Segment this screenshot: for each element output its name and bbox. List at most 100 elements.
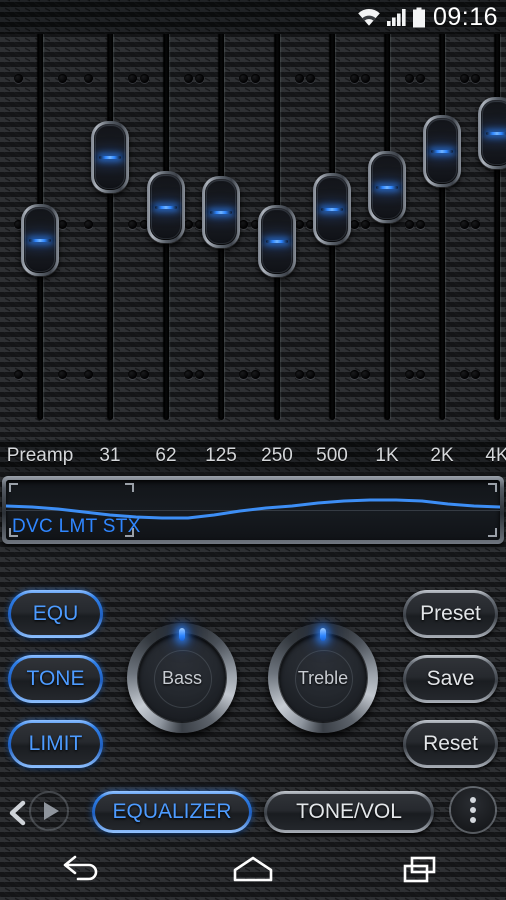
slider-track-marker [238, 370, 248, 379]
limit-toggle-button[interactable]: LIMIT [8, 720, 103, 768]
bass-knob-label: Bass [161, 667, 203, 688]
slider-track[interactable] [440, 32, 445, 420]
slider-thumb-500[interactable] [313, 173, 351, 245]
slider-thumb-indicator [376, 185, 398, 189]
slider-track-marker [139, 74, 149, 83]
slider-thumb-indicator [321, 207, 343, 211]
slider-track-marker [415, 370, 425, 379]
android-nav-bar [0, 840, 506, 900]
slider-thumb-1k[interactable] [368, 151, 406, 223]
slider-track-marker [83, 74, 93, 83]
slider-track[interactable] [495, 32, 500, 420]
slider-thumb-body [316, 176, 348, 242]
cellular-signal-icon [386, 9, 406, 26]
band-label-4k: 4K [485, 445, 506, 466]
equalizer-app-screen: 09:16 Preamp 31 62 125 250 500 1K 2K 4K DVC LMT … [0, 0, 506, 900]
eq-curve-panel[interactable]: DVC LMT STX [2, 476, 504, 544]
bass-knob-face: Bass [138, 634, 226, 722]
slider-track-marker [127, 370, 137, 379]
slider-thumb-31[interactable] [91, 121, 129, 193]
slider-thumb-body [371, 154, 403, 220]
band-label-31: 31 [99, 445, 121, 466]
slider-thumb-indicator [486, 131, 506, 135]
slider-track[interactable] [108, 32, 113, 420]
slider-thumb-indicator [99, 155, 121, 159]
slider-thumb-125[interactable] [202, 176, 240, 248]
slider-thumb-body [24, 207, 56, 273]
slider-track-marker [183, 74, 193, 83]
corner-bracket-top-mid [125, 483, 134, 492]
slider-track-marker [404, 220, 414, 229]
dsp-status-text: DVC LMT STX [12, 516, 141, 538]
nav-home-button[interactable] [208, 840, 298, 900]
slider-track-marker [360, 74, 370, 83]
bass-knob[interactable]: Bass [127, 623, 237, 733]
slider-track-marker [83, 220, 93, 229]
reset-label: Reset [406, 723, 495, 765]
slider-thumb-62[interactable] [147, 171, 185, 243]
slider-track-marker [294, 370, 304, 379]
slider-track-marker [349, 74, 359, 83]
tab-bar: EQUALIZER TONE/VOL [0, 782, 506, 840]
corner-bracket-bottom-right [488, 528, 497, 537]
eq-curve-display[interactable]: DVC LMT STX [6, 480, 500, 540]
nav-recents-button[interactable] [377, 840, 467, 900]
tab-equalizer[interactable]: EQUALIZER [92, 791, 252, 833]
slider-track[interactable] [385, 32, 390, 420]
slider-track-marker [470, 220, 480, 229]
band-label-preamp: Preamp [6, 445, 74, 466]
slider-track-marker [13, 74, 23, 83]
nav-back-button[interactable] [39, 840, 129, 900]
slider-track-marker [194, 370, 204, 379]
corner-bracket-top-left [9, 483, 18, 492]
slider-thumb-250[interactable] [258, 205, 296, 277]
band-label-500: 500 [316, 445, 348, 466]
slider-thumb-indicator [155, 205, 177, 209]
slider-track-marker [194, 74, 204, 83]
tab-tone-vol-label: TONE/VOL [267, 794, 431, 830]
treble-knob-face: Treble [279, 634, 367, 722]
save-button[interactable]: Save [403, 655, 498, 703]
slider-track-marker [305, 74, 315, 83]
slider-track-marker [360, 370, 370, 379]
slider-thumb-preamp[interactable] [21, 204, 59, 276]
band-label-250: 250 [261, 445, 293, 466]
reset-button[interactable]: Reset [403, 720, 498, 768]
slider-track-marker [349, 370, 359, 379]
slider-track-marker [415, 74, 425, 83]
tab-tone-vol[interactable]: TONE/VOL [264, 791, 434, 833]
slider-track-marker [139, 370, 149, 379]
slider-thumb-2k[interactable] [423, 115, 461, 187]
preset-label: Preset [406, 593, 495, 635]
bass-knob-indicator [179, 628, 185, 641]
slider-thumb-4k[interactable] [478, 97, 506, 169]
recents-icon [403, 856, 435, 883]
chevron-left-icon[interactable] [6, 800, 28, 826]
equ-toggle-button[interactable]: EQU [8, 590, 103, 638]
equalizer-sliders[interactable] [0, 22, 506, 440]
controls-panel: EQU TONE LIMIT Bass Treble Preset Save R [0, 566, 506, 782]
slider-thumb-body [426, 118, 458, 184]
slider-thumb-body [205, 179, 237, 245]
slider-track-marker [127, 220, 137, 229]
slider-track-marker [470, 370, 480, 379]
tone-toggle-button[interactable]: TONE [8, 655, 103, 703]
slider-track-marker [404, 74, 414, 83]
slider-track-marker [404, 370, 414, 379]
slider-track-marker [13, 370, 23, 379]
treble-knob[interactable]: Treble [268, 623, 378, 733]
corner-bracket-top-right [488, 483, 497, 492]
slider-thumb-indicator [266, 239, 288, 243]
slider-thumb-body [150, 174, 182, 240]
limit-toggle-label: LIMIT [11, 723, 100, 765]
treble-knob-indicator [320, 628, 326, 641]
equ-toggle-label: EQU [11, 593, 100, 635]
status-bar: 09:16 [0, 0, 506, 34]
slider-track-marker [459, 220, 469, 229]
preset-button[interactable]: Preset [403, 590, 498, 638]
slider-track-marker [83, 370, 93, 379]
status-bar-clock: 09:16 [432, 2, 498, 31]
battery-icon [412, 7, 425, 27]
slider-track-marker [183, 370, 193, 379]
home-icon [233, 856, 273, 882]
